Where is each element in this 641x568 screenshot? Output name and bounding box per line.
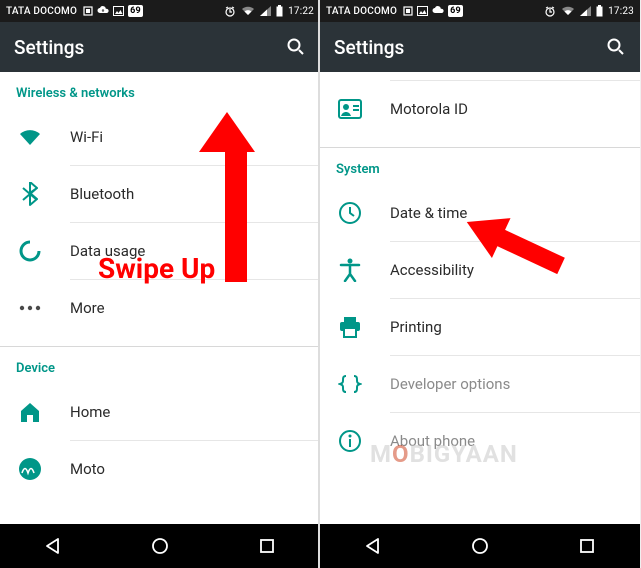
sim-icon (403, 6, 413, 16)
id-card-icon (336, 95, 364, 123)
page-title: Settings (334, 36, 606, 59)
wifi-icon (16, 123, 44, 151)
bluetooth-icon (16, 180, 44, 208)
square-recent-icon (579, 538, 595, 554)
app-bar: Settings (320, 22, 640, 72)
nav-bar (0, 524, 320, 568)
nav-back-button[interactable] (353, 526, 393, 566)
search-button[interactable] (606, 37, 626, 57)
carrier-label: TATA DOCOMO (6, 6, 77, 17)
status-bar: TATA DOCOMO 69 17:22 (0, 0, 320, 22)
row-developer-options[interactable]: Developer options (320, 356, 640, 412)
phone-right: TATA DOCOMO 69 17:23 Settings (320, 0, 640, 568)
row-data-usage[interactable]: Data usage (0, 223, 320, 279)
row-printing[interactable]: Printing (320, 299, 640, 355)
clock-icon (336, 199, 364, 227)
battery-badge: 69 (128, 5, 143, 17)
row-label: Date & time (390, 204, 467, 222)
row-more[interactable]: More (0, 280, 320, 336)
square-recent-icon (259, 538, 275, 554)
row-label: About phone (390, 432, 475, 450)
cloud-upload-icon (97, 6, 109, 16)
battery-icon (596, 5, 603, 17)
row-label: Data usage (70, 242, 145, 260)
section-header-system: System (320, 148, 640, 185)
picture-icon (113, 6, 124, 16)
cloud-upload-icon (432, 6, 444, 16)
page-title: Settings (14, 36, 286, 59)
app-bar: Settings (0, 22, 320, 72)
row-label: More (70, 299, 105, 317)
alarm-icon (544, 5, 556, 17)
signal-icon (260, 6, 271, 16)
alarm-icon (224, 5, 236, 17)
circle-home-icon (151, 537, 169, 555)
braces-icon (336, 370, 364, 398)
moto-icon (16, 455, 44, 483)
row-moto[interactable]: Moto (0, 441, 320, 497)
more-horiz-icon (16, 294, 44, 322)
row-wifi[interactable]: Wi-Fi (0, 109, 320, 165)
clock-label: 17:22 (288, 6, 314, 17)
home-icon (16, 398, 44, 426)
nav-home-button[interactable] (140, 526, 180, 566)
row-label: Home (70, 403, 110, 421)
row-label: Motorola ID (390, 100, 468, 118)
carrier-label: TATA DOCOMO (326, 6, 397, 17)
nav-recent-button[interactable] (567, 526, 607, 566)
circle-home-icon (471, 537, 489, 555)
battery-icon (276, 5, 283, 17)
data-usage-icon (16, 237, 44, 265)
row-label: Bluetooth (70, 185, 134, 203)
wifi-icon (561, 6, 575, 16)
row-home[interactable]: Home (0, 384, 320, 440)
clock-label: 17:23 (608, 6, 634, 17)
row-label: Wi-Fi (70, 128, 103, 146)
row-bluetooth[interactable]: Bluetooth (0, 166, 320, 222)
nav-bar (320, 524, 640, 568)
nav-recent-button[interactable] (247, 526, 287, 566)
settings-list-right[interactable]: Motorola ID System Date & time Accessibi… (320, 72, 640, 524)
row-accessibility[interactable]: Accessibility (320, 242, 640, 298)
sim-icon (83, 6, 93, 16)
row-label: Developer options (390, 375, 510, 393)
wifi-icon (241, 6, 255, 16)
picture-icon (417, 6, 428, 16)
row-label: Accessibility (390, 261, 474, 279)
row-date-time[interactable]: Date & time (320, 185, 640, 241)
row-label: Moto (70, 460, 105, 478)
nav-back-button[interactable] (33, 526, 73, 566)
screenshot-pair: TATA DOCOMO 69 17:22 Settings W (0, 0, 641, 568)
signal-icon (580, 6, 591, 16)
row-about-phone[interactable]: About phone (320, 413, 640, 469)
triangle-back-icon (364, 537, 382, 555)
search-button[interactable] (286, 37, 306, 57)
search-icon (606, 37, 626, 57)
triangle-back-icon (44, 537, 62, 555)
section-header-device: Device (0, 347, 320, 384)
printer-icon (336, 313, 364, 341)
info-icon (336, 427, 364, 455)
settings-list-left[interactable]: Wireless & networks Wi-Fi Bluetooth Data… (0, 72, 320, 524)
nav-home-button[interactable] (460, 526, 500, 566)
row-label: Printing (390, 318, 442, 336)
phone-left: TATA DOCOMO 69 17:22 Settings W (0, 0, 320, 568)
accessibility-icon (336, 256, 364, 284)
status-bar: TATA DOCOMO 69 17:23 (320, 0, 640, 22)
search-icon (286, 37, 306, 57)
battery-badge: 69 (448, 5, 463, 17)
section-header-wireless: Wireless & networks (0, 72, 320, 109)
row-motorola-id[interactable]: Motorola ID (320, 81, 640, 137)
